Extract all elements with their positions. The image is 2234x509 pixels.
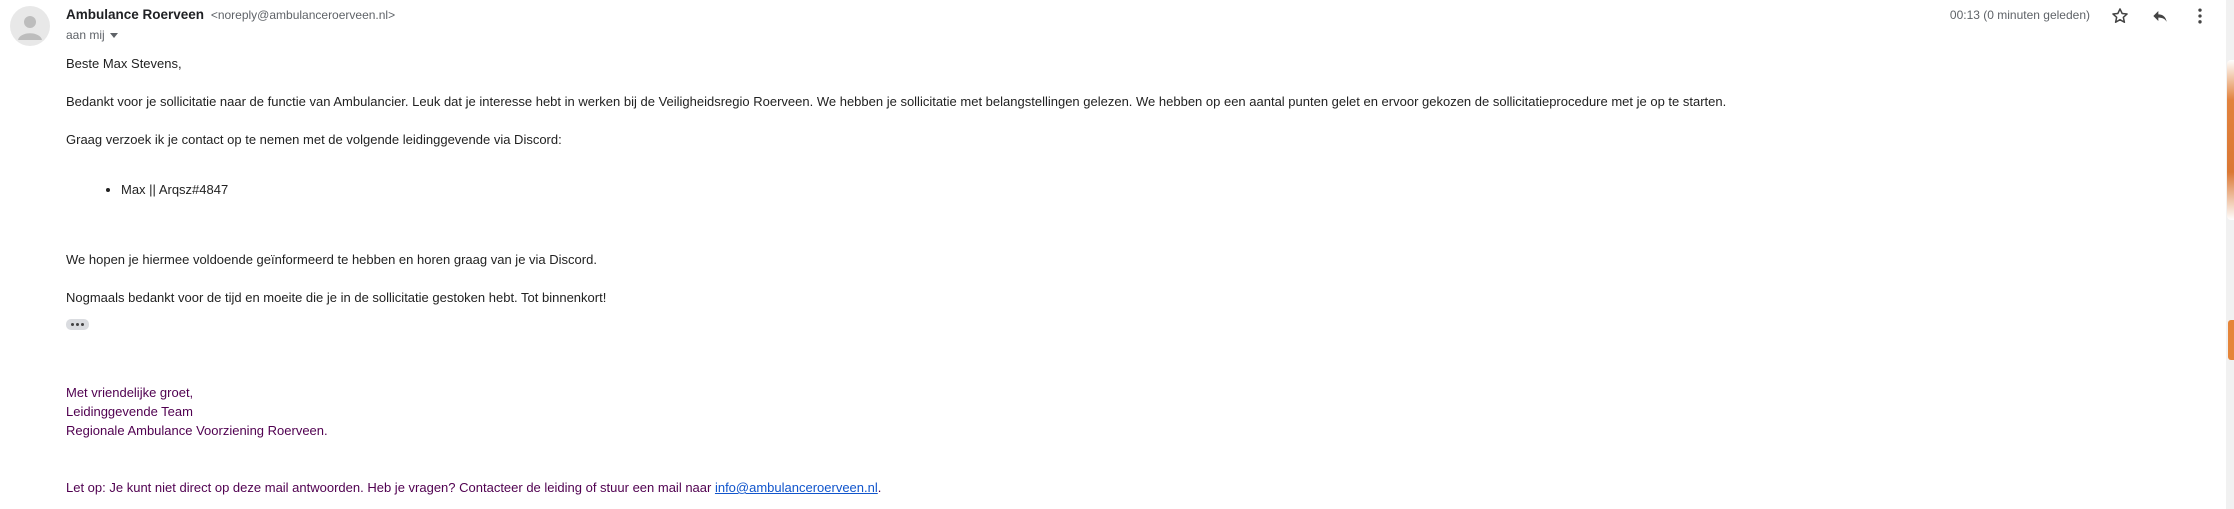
contact-list: Max || Arqsz#4847 <box>66 182 228 198</box>
reply-arrow-icon <box>2153 11 2167 22</box>
sender-avatar[interactable] <box>10 6 50 46</box>
person-avatar-icon <box>18 16 42 40</box>
side-accent-decoration <box>2227 60 2234 220</box>
more-options-button[interactable] <box>2188 4 2212 28</box>
signature-line-2: Leidinggevende Team <box>66 404 193 419</box>
notice-text: Let op: Je kunt niet direct op deze mail… <box>66 480 881 496</box>
dot-icon <box>76 323 79 326</box>
recipient-label: aan mij <box>66 28 105 42</box>
recipient-details-toggle[interactable]: aan mij <box>66 28 118 42</box>
greeting: Beste Max Stevens, <box>66 56 182 71</box>
email-link[interactable]: info@ambulanceroerveen.nl <box>715 480 878 495</box>
chevron-down-icon <box>109 33 118 38</box>
email-timestamp: 00:13 (0 minuten geleden) <box>1949 8 2090 22</box>
star-button[interactable] <box>2108 4 2132 28</box>
dot-icon <box>71 323 74 326</box>
body-paragraph-2: Graag verzoek ik je contact op te nemen … <box>66 132 562 147</box>
sender-line: Ambulance Roerveen <noreply@ambulanceroe… <box>66 7 395 22</box>
side-accent-decoration <box>2228 320 2234 360</box>
sender-name[interactable]: Ambulance Roerveen <box>66 7 204 22</box>
reply-button[interactable] <box>2148 4 2172 28</box>
body-paragraph-3: We hopen je hiermee voldoende geïnformee… <box>66 252 597 267</box>
sender-email: <noreply@ambulanceroerveen.nl> <box>210 8 396 22</box>
signature-line-3: Regionale Ambulance Voorziening Roerveen… <box>66 423 328 438</box>
show-trimmed-content-button[interactable] <box>66 319 89 330</box>
notice-label: Let op: Je kunt niet direct op deze mail… <box>66 480 715 495</box>
dot-icon <box>81 323 84 326</box>
list-item: Max || Arqsz#4847 <box>121 182 228 198</box>
body-paragraph-1: Bedankt voor je sollicitatie naar de fun… <box>66 94 1727 109</box>
body-paragraph-4: Nogmaals bedankt voor de tijd en moeite … <box>66 290 607 305</box>
vertical-dots-icon <box>2198 8 2202 24</box>
star-outline-icon <box>2112 8 2128 23</box>
notice-suffix: . <box>877 480 882 495</box>
signature-line-1: Met vriendelijke groet, <box>66 385 194 400</box>
email-view: Ambulance Roerveen <noreply@ambulanceroe… <box>0 0 2234 509</box>
